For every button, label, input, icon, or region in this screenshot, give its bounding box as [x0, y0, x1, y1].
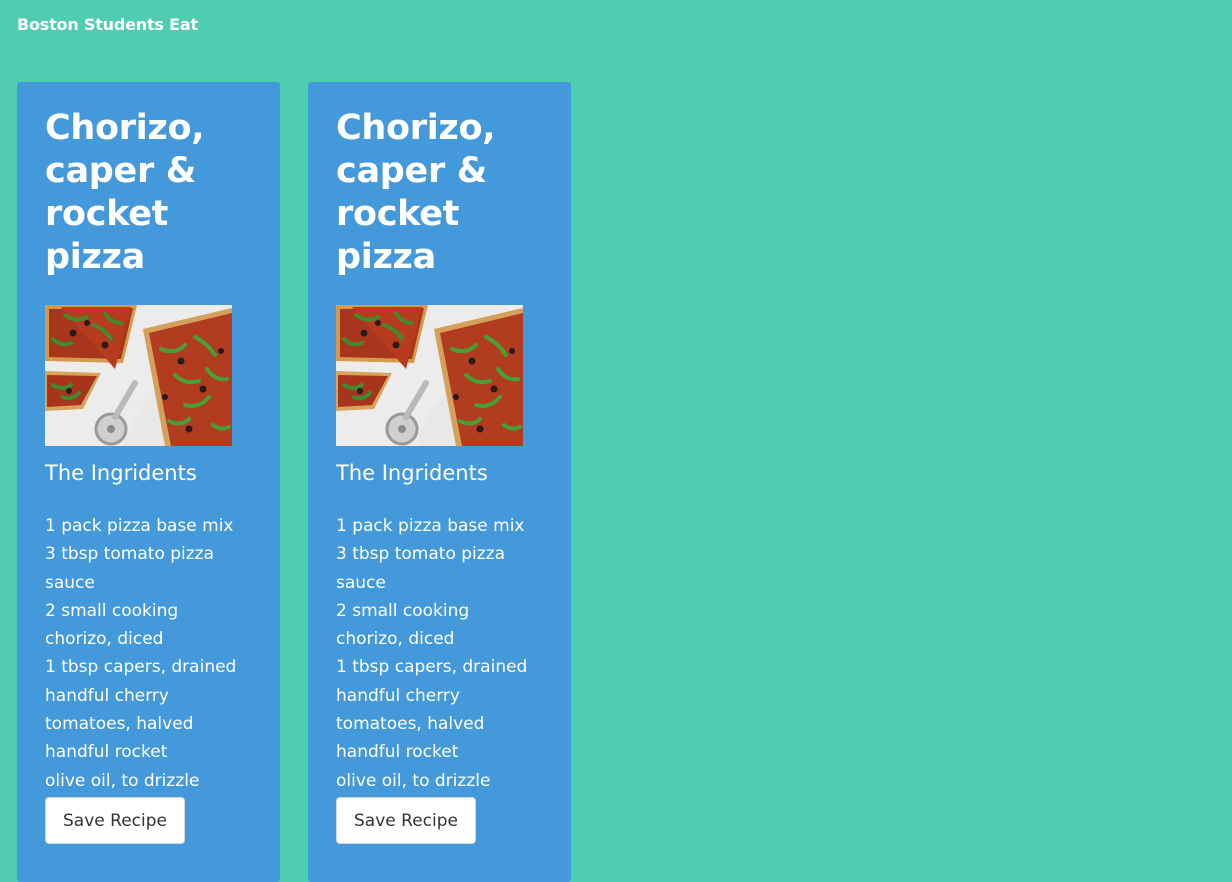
ingredient-item: 2 small cooking chorizo, diced: [336, 600, 470, 650]
ingredient-item: 1 tbsp capers, drained: [45, 657, 237, 678]
ingredient-item: 3 tbsp tomato pizza sauce: [336, 544, 506, 593]
recipe-title: Chorizo, caper & rocket pizza: [336, 108, 496, 277]
ingredient-item: 2 small cooking chorizo, diced: [45, 600, 179, 650]
ingredient-item: 1 pack pizza base mix: [336, 516, 525, 536]
ingredients-list: 1 pack pizza base mix 3 tbsp tomato pizz…: [336, 512, 536, 795]
ingredients-heading: The Ingridents: [336, 461, 488, 485]
ingredient-item: 1 pack pizza base mix: [45, 516, 234, 536]
recipe-cards: Chorizo, caper & rocket pizza The Ingrid…: [17, 82, 571, 882]
save-recipe-button[interactable]: Save Recipe: [336, 797, 476, 844]
recipe-card: Chorizo, caper & rocket pizza The Ingrid…: [308, 82, 571, 882]
recipe-title: Chorizo, caper & rocket pizza: [45, 108, 205, 277]
ingredients-list: 1 pack pizza base mix 3 tbsp tomato pizz…: [45, 512, 245, 795]
ingredient-item: 1 tbsp capers, drained: [336, 657, 528, 678]
save-recipe-button[interactable]: Save Recipe: [45, 797, 185, 844]
ingredient-item: handful rocket: [45, 742, 168, 763]
recipe-card: Chorizo, caper & rocket pizza The Ingrid…: [17, 82, 280, 882]
pizza-image: [45, 305, 232, 446]
pizza-image: [336, 305, 523, 446]
ingredients-heading: The Ingridents: [45, 461, 197, 485]
ingredient-item: 3 tbsp tomato pizza sauce: [45, 544, 215, 593]
ingredient-item: olive oil, to drizzle: [336, 770, 491, 791]
ingredient-item: handful cherry tomatoes, halved: [45, 685, 194, 735]
brand-title[interactable]: Boston Students Eat: [17, 15, 198, 35]
ingredient-item: handful cherry tomatoes, halved: [336, 685, 485, 735]
ingredient-item: handful rocket: [336, 742, 459, 763]
ingredient-item: olive oil, to drizzle: [45, 770, 200, 791]
